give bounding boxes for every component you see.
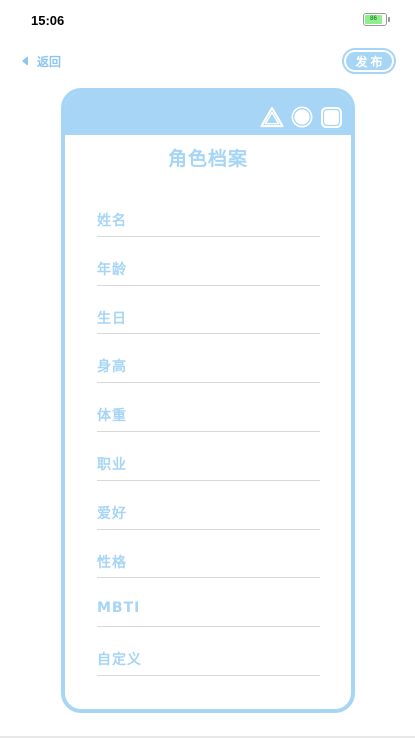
field-mbti[interactable]: MBTI — [97, 578, 320, 628]
back-arrow-icon — [22, 56, 28, 66]
square-icon — [321, 106, 342, 128]
field-personality[interactable]: 性格 — [97, 530, 320, 579]
card-title: 角色档案 — [167, 148, 248, 170]
profile-field-list: 姓名 年龄 生日 身高 体重 职业 爱好 性格 MBTI 自定义 — [97, 188, 320, 676]
card-bottom-accent — [131, 709, 281, 713]
circle-icon — [291, 106, 313, 128]
battery-level: 86 — [365, 15, 382, 24]
field-label: 身高 — [97, 359, 127, 376]
back-button[interactable]: 返回 — [22, 52, 61, 70]
field-label: 生日 — [97, 310, 127, 327]
header-icons — [260, 105, 343, 129]
field-label: 爱好 — [97, 505, 127, 522]
status-time: 15:06 — [31, 13, 65, 28]
battery-cap — [388, 17, 390, 22]
field-label: 体重 — [97, 408, 127, 425]
field-occupation[interactable]: 职业 — [97, 432, 320, 481]
field-birthday[interactable]: 生日 — [97, 286, 320, 335]
publish-label: 发布 — [346, 52, 392, 70]
back-label: 返回 — [37, 54, 62, 69]
battery-icon: 86 — [363, 13, 387, 26]
field-weight[interactable]: 体重 — [97, 383, 320, 432]
field-label: 姓名 — [97, 213, 127, 229]
field-label: MBTI — [97, 600, 141, 617]
status-bar: 15:06 86 — [0, 0, 415, 42]
field-age[interactable]: 年龄 — [97, 237, 320, 286]
field-label: 年龄 — [97, 261, 127, 278]
field-custom[interactable]: 自定义 — [97, 627, 320, 676]
field-label: 自定义 — [97, 652, 142, 669]
card-header — [65, 92, 351, 135]
field-name[interactable]: 姓名 — [97, 188, 320, 237]
field-height[interactable]: 身高 — [97, 334, 320, 384]
field-label: 职业 — [97, 456, 127, 473]
triangle-icon — [260, 106, 284, 128]
field-label: 性格 — [97, 554, 127, 571]
publish-button[interactable]: 发布 — [342, 48, 396, 74]
profile-card: 角色档案 姓名 年龄 生日 身高 体重 职业 爱好 性格 MBTI 自定义 — [61, 88, 355, 713]
field-hobby[interactable]: 爱好 — [97, 481, 320, 530]
